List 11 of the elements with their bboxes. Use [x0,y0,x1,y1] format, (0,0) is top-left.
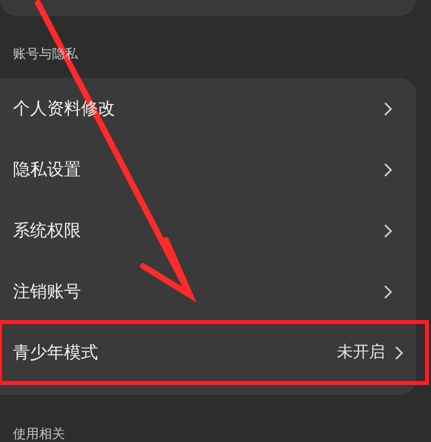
chevron-icon [395,346,403,360]
chevron-icon [384,284,392,298]
settings-row[interactable]: 系统权限 [0,200,416,261]
highlighted-settings-row[interactable]: 青少年模式 未开启 [0,322,427,383]
chevron-icon [384,162,392,176]
chevron-icon [384,224,392,238]
section-title: 使用相关 [12,426,66,442]
chevron-icon [384,102,392,116]
settings-row[interactable]: 隐私设置 [0,139,416,200]
status-value: 未开启 [337,342,385,363]
settings-row[interactable]: 注销账号 [0,261,416,322]
